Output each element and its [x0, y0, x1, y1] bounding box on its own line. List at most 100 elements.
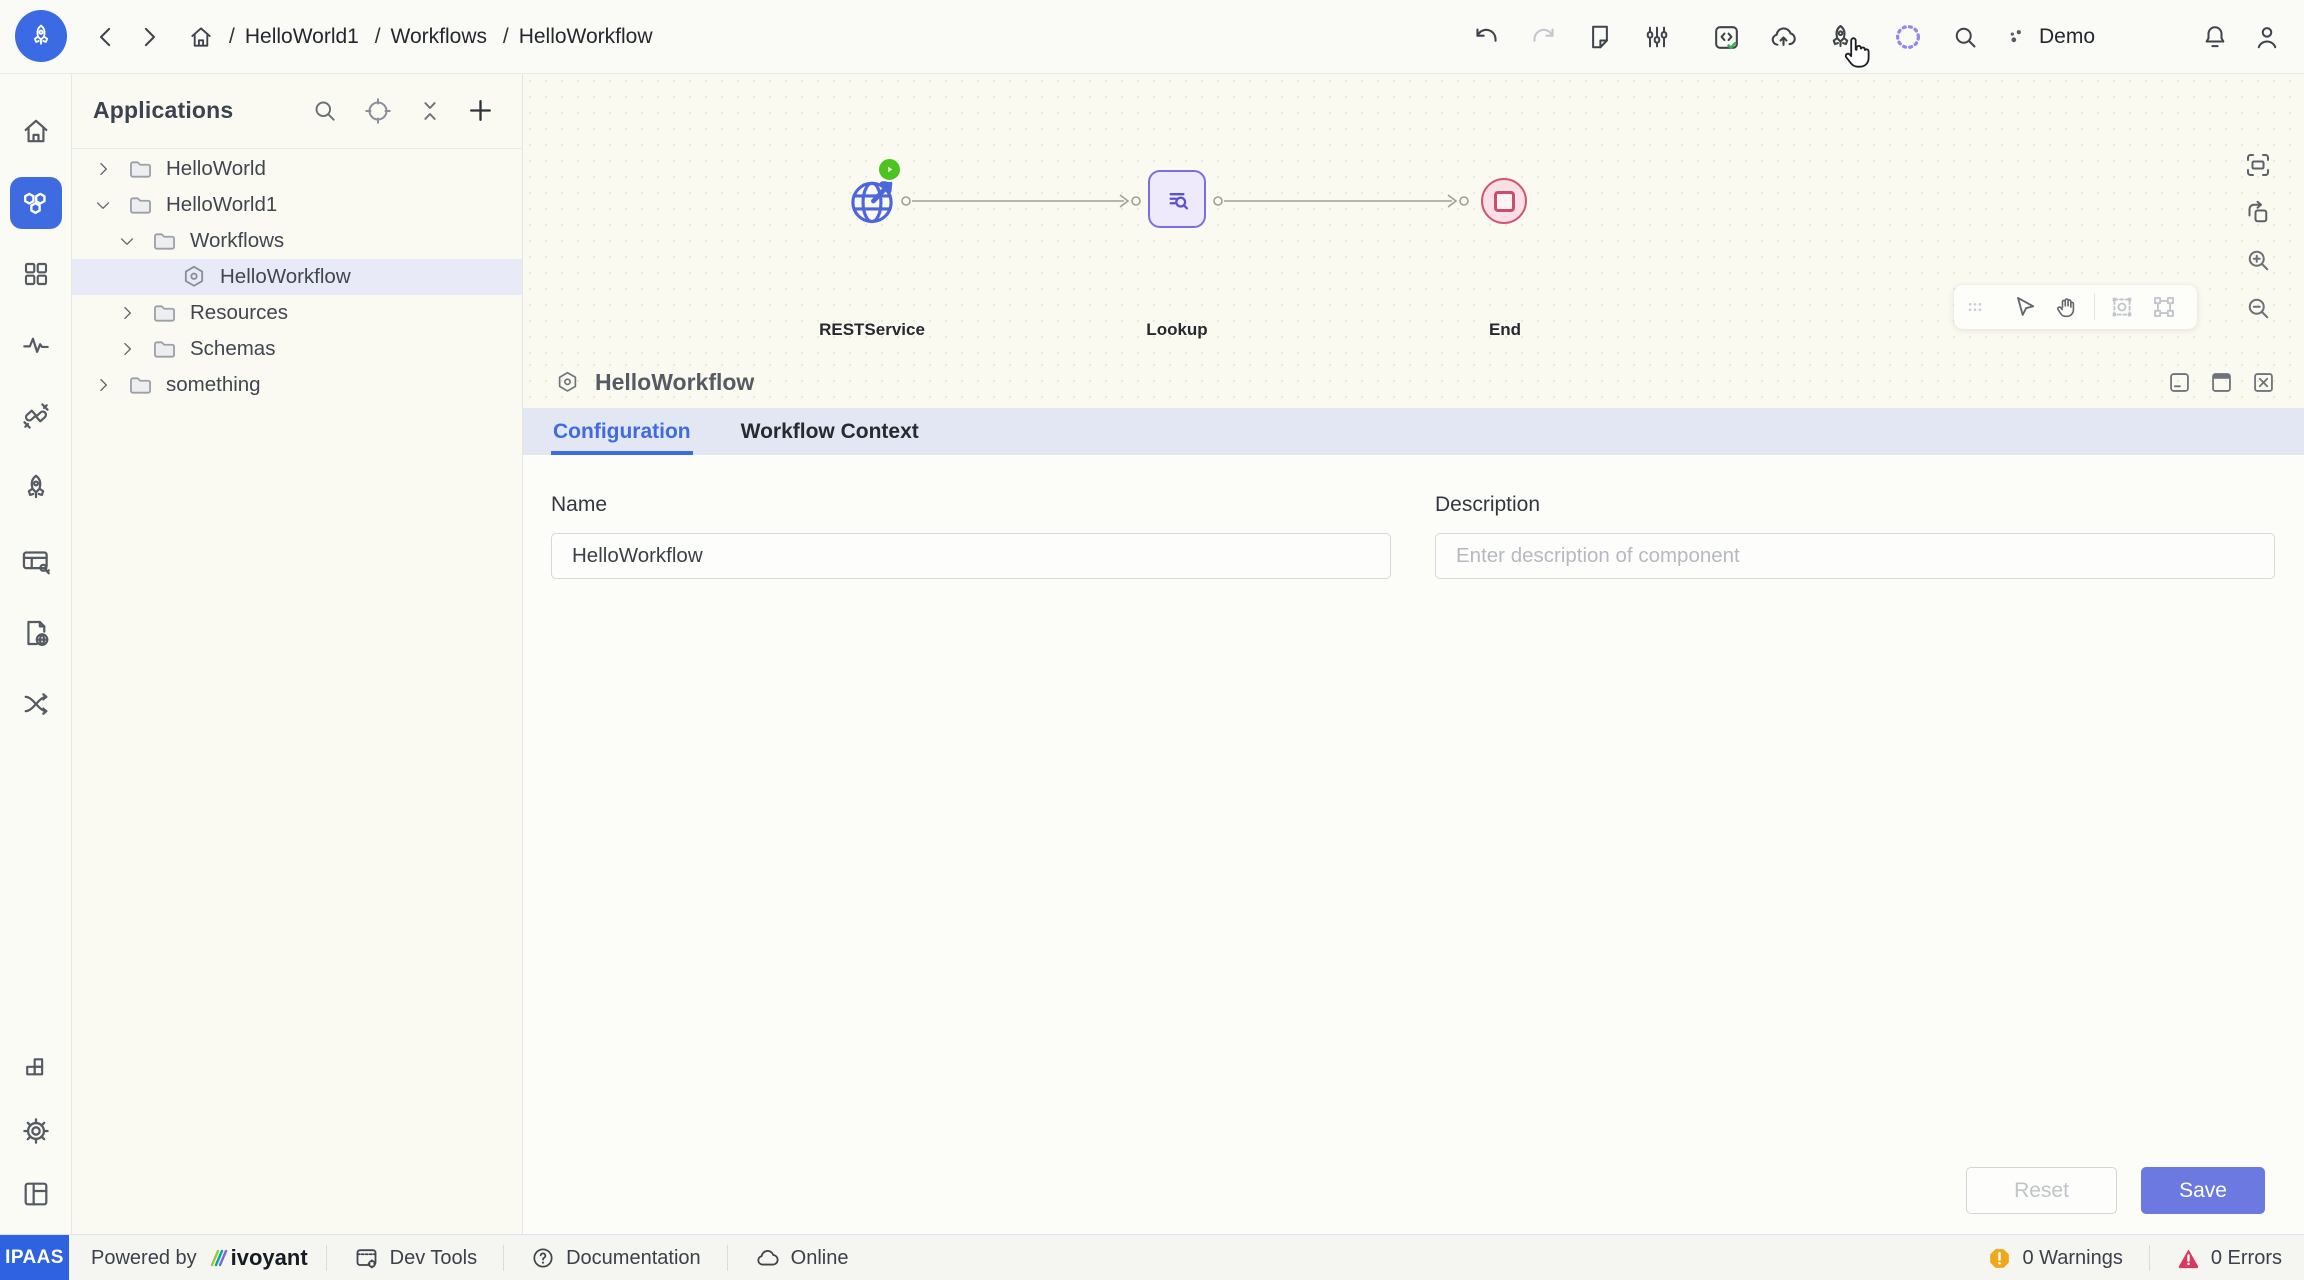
- devtools-icon: [353, 1245, 380, 1272]
- account-button[interactable]: [2245, 15, 2289, 59]
- description-input[interactable]: [1435, 533, 2275, 579]
- collapse-all-button[interactable]: [410, 91, 450, 131]
- drag-handle-icon: [1962, 294, 1988, 320]
- panel-close-button[interactable]: [2244, 364, 2282, 402]
- rail-connectors-button[interactable]: [19, 400, 52, 433]
- chevron-right-icon[interactable]: [108, 339, 146, 359]
- mouse-cursor-hand: [1838, 34, 1874, 70]
- rocket-icon: [27, 22, 55, 50]
- chevron-down-icon[interactable]: [108, 231, 146, 251]
- reset-button[interactable]: Reset: [1966, 1167, 2117, 1214]
- global-search-button[interactable]: [1943, 15, 1987, 59]
- tree-item-label: Schemas: [190, 337, 275, 361]
- rail-mappings-button[interactable]: [19, 688, 52, 721]
- undo-button[interactable]: [1464, 15, 1508, 59]
- panel-minimize-button[interactable]: [2160, 364, 2198, 402]
- tree-item-workflows[interactable]: Workflows: [71, 223, 522, 259]
- chevron-right-icon[interactable]: [108, 303, 146, 323]
- nav-forward-button[interactable]: [127, 15, 171, 59]
- collapse-all-icon: [416, 97, 444, 125]
- component-detail-panel: HelloWorkflow Configuration Workflow Con…: [522, 357, 2304, 1234]
- rail-dashboard-button[interactable]: [20, 258, 52, 290]
- rail-settings-button[interactable]: [19, 1114, 53, 1148]
- folder-icon: [146, 336, 182, 363]
- fit-view-button[interactable]: [2240, 147, 2276, 183]
- applications-panel-title: Applications: [93, 97, 233, 124]
- table-key-icon: [19, 544, 53, 578]
- panel-maximize-button[interactable]: [2202, 364, 2240, 402]
- rail-plugins-button[interactable]: [20, 1052, 52, 1084]
- box-select-icon: [2108, 293, 2136, 321]
- errors-count[interactable]: 0 Errors: [2211, 1247, 2282, 1270]
- zoom-out-button[interactable]: [2240, 290, 2276, 326]
- tab-configuration[interactable]: Configuration: [551, 420, 693, 455]
- node-lookup[interactable]: [1148, 170, 1206, 228]
- workspace-switcher[interactable]: Demo: [2003, 0, 2095, 73]
- publish-button[interactable]: [1761, 15, 1805, 59]
- rail-layout-button[interactable]: [19, 1178, 52, 1211]
- toolbar-divider: [2094, 294, 2095, 320]
- dev-tools-button[interactable]: Dev Tools: [390, 1247, 477, 1270]
- chevron-right-icon[interactable]: [84, 375, 122, 395]
- tab-workflow-context[interactable]: Workflow Context: [739, 420, 921, 455]
- tree-item-label: Workflows: [190, 229, 284, 253]
- vendor-logo[interactable]: ivoyant: [205, 1245, 308, 1271]
- rail-activity-button[interactable]: [19, 329, 52, 362]
- rail-deploy-button[interactable]: [19, 472, 52, 505]
- pan-hand-icon: [2053, 293, 2081, 321]
- rail-home-button[interactable]: [19, 115, 52, 148]
- tree-item-something[interactable]: something: [71, 367, 522, 403]
- name-input[interactable]: [551, 533, 1391, 579]
- save-button[interactable]: Save: [2141, 1167, 2265, 1214]
- add-application-button[interactable]: [460, 91, 500, 131]
- tree-item-schemas[interactable]: Schemas: [71, 331, 522, 367]
- app-logo[interactable]: [15, 10, 67, 62]
- toolbar-drag-handle[interactable]: [1954, 285, 1996, 329]
- nav-back-button[interactable]: [84, 15, 128, 59]
- chevron-right-icon[interactable]: [84, 159, 122, 179]
- tree-item-helloworld1[interactable]: HelloWorld1: [71, 187, 522, 223]
- node-restservice[interactable]: [843, 172, 901, 230]
- locate-in-tree-button[interactable]: [358, 91, 398, 131]
- breadcrumb-segment-folder[interactable]: Workflows: [391, 25, 487, 48]
- online-status-label: Online: [791, 1247, 849, 1270]
- box-select-button[interactable]: [2101, 285, 2143, 329]
- breadcrumb-segment-app[interactable]: HelloWorld1: [245, 25, 359, 48]
- auto-layout-button[interactable]: [2240, 195, 2276, 231]
- tree-item-label: Resources: [190, 301, 288, 325]
- redo-button[interactable]: [1521, 15, 1565, 59]
- locate-target-icon: [363, 96, 393, 126]
- code-validate-button[interactable]: [1704, 15, 1748, 59]
- tree-item-helloworld[interactable]: HelloWorld: [71, 151, 522, 187]
- rail-schemas-button[interactable]: [19, 617, 52, 650]
- tune-button[interactable]: [1635, 15, 1679, 59]
- vendor-name: ivoyant: [231, 1245, 308, 1271]
- node-end[interactable]: [1481, 178, 1527, 224]
- group-select-button[interactable]: [2143, 285, 2185, 329]
- documentation-button[interactable]: Documentation: [566, 1247, 701, 1270]
- tree-search-button[interactable]: [304, 91, 344, 131]
- rail-applications-button[interactable]: [10, 177, 62, 229]
- select-tool-button[interactable]: [2004, 285, 2046, 329]
- warnings-count[interactable]: 0 Warnings: [2022, 1247, 2122, 1270]
- pan-tool-button[interactable]: [2046, 285, 2088, 329]
- chevron-down-icon[interactable]: [84, 195, 122, 215]
- zoom-out-icon: [2243, 293, 2273, 323]
- breadcrumb-home-button[interactable]: [183, 15, 219, 59]
- home-icon: [19, 115, 52, 148]
- breadcrumb-segment-workflow[interactable]: HelloWorkflow: [519, 25, 653, 48]
- play-icon: [884, 164, 895, 175]
- user-icon: [2252, 22, 2282, 52]
- applications-tree: HelloWorld HelloWorld1 Workflows HelloWo…: [71, 149, 522, 403]
- notifications-button[interactable]: [2193, 15, 2237, 59]
- zoom-in-button[interactable]: [2240, 242, 2276, 278]
- left-nav-rail: [0, 73, 72, 1234]
- rail-datastore-button[interactable]: [19, 544, 53, 578]
- tree-item-helloworkflow[interactable]: HelloWorkflow: [71, 259, 522, 295]
- tree-item-resources[interactable]: Resources: [71, 295, 522, 331]
- panel-footer-actions: Reset Save: [1966, 1167, 2265, 1214]
- folder-icon: [146, 300, 182, 327]
- error-icon: [2176, 1246, 2201, 1271]
- code-check-icon: [1711, 22, 1742, 53]
- notes-button[interactable]: [1578, 15, 1622, 59]
